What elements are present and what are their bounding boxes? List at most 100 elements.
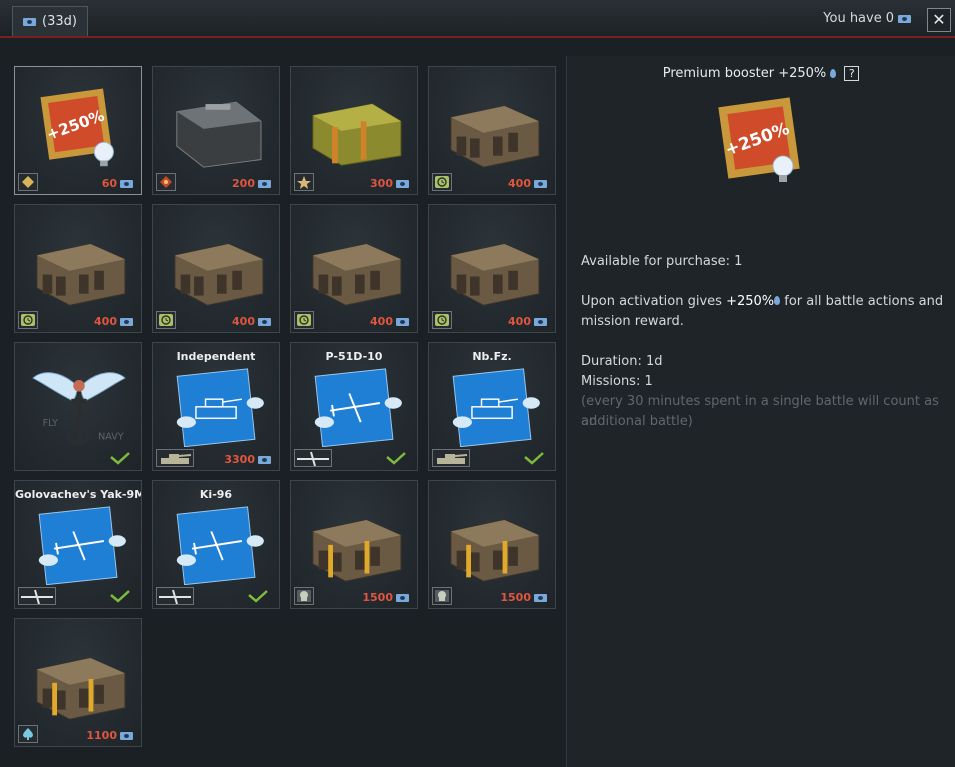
grid-item[interactable]: 400 [428,204,556,333]
detail-title: Premium booster +250% ? [567,66,955,81]
price-value: 300 [370,177,393,190]
price-value: 200 [232,177,255,190]
grid-item[interactable]: 400 [152,204,280,333]
item-price: 200 [232,177,271,190]
crate-icon [450,105,540,168]
soldier-icon [432,587,452,605]
currency-icon [258,317,271,326]
item-price: 400 [508,177,547,190]
checkmark-icon [524,452,544,465]
price-value: 60 [101,177,117,190]
grid-item[interactable]: Independent 3300 [152,342,280,471]
price-value: 400 [232,315,255,328]
currency-icon [898,14,911,23]
tab-label: (33d) [42,14,77,29]
clock-icon [294,311,314,329]
item-price: 1500 [362,591,409,604]
plane-icon [156,587,194,605]
main-panel: +250% 60 200 300 400 400 400 400 400 FLY NAVY Indep… [0,40,955,767]
currency-icon [258,179,271,188]
currency-icon [258,455,271,464]
gold-crate-icon [450,519,540,582]
wager-icon [18,173,38,191]
currency-icon [120,317,133,326]
you-have-label: You have [823,11,882,26]
desc-before: Upon activation gives [581,294,722,309]
grid-item[interactable]: FLY NAVY [14,342,142,471]
desc-bonus: +250% [726,294,775,309]
item-price: 60 [102,177,133,190]
balance-display: You have 0 [823,11,911,26]
crate-icon [312,243,402,306]
grid-item[interactable]: 1500 [290,480,418,609]
grid-item[interactable]: 400 [290,204,418,333]
metal-chest-icon [176,101,262,168]
price-value: 1100 [86,729,117,742]
grid-item[interactable]: +250% 60 [14,66,142,195]
grid-item[interactable]: 1100 [14,618,142,747]
checkmark-icon [110,452,130,465]
missions-text: Missions: 1 [581,374,653,389]
item-title: P-51D-10 [325,350,383,363]
currency-icon [396,317,409,326]
currency-icon [534,593,547,602]
grid-item[interactable]: 400 [14,204,142,333]
star-icon [294,173,314,191]
crate-icon [450,243,540,306]
grid-item[interactable]: 200 [152,66,280,195]
duration-text: Duration: 1d [581,354,663,369]
tab-trophy-33d[interactable]: (33d) [12,6,88,36]
item-price: 400 [370,315,409,328]
price-value: 3300 [224,453,255,466]
gold-crate-icon [312,519,402,582]
grid-item[interactable]: Nb.Fz. [428,342,556,471]
item-price: 400 [94,315,133,328]
grid-item[interactable]: Golovachev's Yak-9M... [14,480,142,609]
item-title: Independent [176,350,256,363]
plane-icon [294,449,332,467]
clock-icon [18,311,38,329]
blueprint-plane-icon [176,506,264,585]
crate-icon [174,243,264,306]
tank-icon [432,449,470,467]
item-price: 1500 [500,591,547,604]
currency-icon [120,731,133,740]
gold-crate-icon [36,657,126,720]
detail-title-text: Premium booster +250% [662,66,827,81]
price-value: 1500 [362,591,393,604]
item-title: Nb.Fz. [472,350,512,363]
item-title: Ki-96 [199,488,233,501]
price-value: 400 [370,315,393,328]
price-value: 400 [508,177,531,190]
description-line2: mission reward. [581,314,684,329]
help-button[interactable]: ? [844,66,860,81]
booster-icon: +250% [40,88,114,167]
fly-navy-decal-icon: FLY NAVY [32,372,126,446]
price-value: 1500 [500,591,531,604]
crate-icon [36,243,126,306]
grid-item[interactable]: 400 [428,66,556,195]
grid-item[interactable]: 300 [290,66,418,195]
grid-item[interactable]: 1500 [428,480,556,609]
currency-icon [396,179,409,188]
note-line2: additional battle) [581,414,693,429]
decal-fly-text: FLY [43,418,59,429]
tank-icon [156,449,194,467]
detail-panel: Premium booster +250% ? +250% Available … [566,56,955,767]
checkmark-icon [110,590,130,603]
item-title: Golovachev's Yak-9M... [15,488,141,501]
desc-after: for all battle actions and [784,294,944,309]
item-price: 400 [232,315,271,328]
grid-item[interactable]: P-51D-10 [290,342,418,471]
soldier-icon [294,587,314,605]
bonus-drop-icon [830,69,837,78]
available-text: Available for purchase: 1 [581,254,743,269]
rank-icon [156,173,176,191]
close-button[interactable]: ✕ [927,8,951,32]
blueprint-tank-icon [176,368,264,447]
balance-value: 0 [885,11,894,26]
grid-item[interactable]: Ki-96 [152,480,280,609]
clock-icon [432,311,452,329]
blueprint-plane-icon [314,368,402,447]
decal-navy-text: NAVY [98,431,124,442]
